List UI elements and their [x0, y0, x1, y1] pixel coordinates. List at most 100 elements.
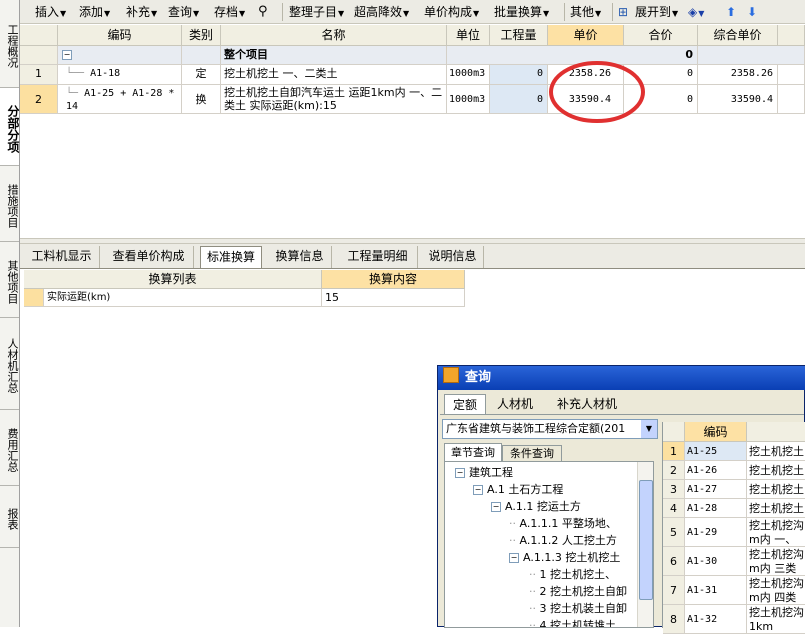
row-unit[interactable]: 1000m3: [447, 65, 490, 85]
unit-price-composition-button[interactable]: 单价构成▼: [424, 4, 479, 20]
list-row-name[interactable]: 挖土机挖沟m内 一、二: [747, 518, 805, 547]
quota-library-select[interactable]: 广东省建筑与装饰工程综合定额(201 ▼: [442, 419, 658, 439]
collapse-icon[interactable]: −: [62, 50, 72, 60]
nav-tab-reports[interactable]: 报表: [0, 486, 19, 548]
chevron-down-icon[interactable]: ▼: [641, 420, 657, 438]
tree-node[interactable]: ·· 4 挖土机转堆土: [529, 617, 616, 627]
tree-node[interactable]: − A.1.1 挖运土方: [491, 498, 581, 515]
col-header-name[interactable]: 名称: [221, 25, 447, 46]
tab-conversion-info[interactable]: 换算信息: [268, 246, 332, 268]
tab-materials-display[interactable]: 工料机显示: [24, 246, 100, 268]
row-name[interactable]: 挖土机挖土 一、二类土: [221, 65, 447, 85]
dialog-tab-materials[interactable]: 人材机: [490, 394, 540, 414]
tab-view-unit-price[interactable]: 查看单价构成: [104, 246, 194, 268]
dialog-titlebar[interactable]: 查询: [438, 366, 805, 390]
organize-subitems-button[interactable]: 整理子目▼: [289, 4, 344, 20]
list-row-number[interactable]: 6: [663, 547, 685, 576]
nav-tab-project-overview[interactable]: 工程概况: [0, 0, 19, 88]
tree-node[interactable]: ·· 3 挖土机装土自卸: [529, 600, 627, 617]
list-row-name[interactable]: 挖土机挖土: [747, 499, 805, 518]
row-unit[interactable]: 1000m3: [447, 85, 490, 114]
row-quantity[interactable]: 0: [490, 85, 548, 114]
list-row-name-line2: m内 四类土: [749, 591, 797, 604]
dialog-tab-quota[interactable]: 定额: [444, 394, 486, 415]
tree-node[interactable]: − A.1 土石方工程: [473, 481, 563, 498]
list-row-code[interactable]: A1-26: [685, 461, 747, 480]
list-row-number[interactable]: 1: [663, 442, 685, 461]
nav-tab-sub-items[interactable]: 分部分项: [0, 88, 20, 166]
move-up-icon[interactable]: ⬆: [726, 4, 736, 20]
list-row-code[interactable]: A1-31: [685, 576, 747, 605]
calc-row-marker[interactable]: [24, 289, 44, 307]
calc-row-value-input[interactable]: 15: [322, 289, 465, 307]
list-row-name-line1: 挖土机挖沟: [749, 606, 804, 619]
list-row-name[interactable]: 挖土机挖沟 1km: [747, 605, 805, 634]
list-header-code[interactable]: 编码: [685, 422, 747, 442]
over-height-button[interactable]: 超高降效▼: [354, 4, 409, 20]
fill-color-icon[interactable]: ◈▼: [688, 4, 704, 20]
nav-tab-measures[interactable]: 措施项目: [0, 166, 19, 242]
tree-node[interactable]: ·· A.1.1.1 平整场地、: [509, 515, 617, 532]
scrollbar-thumb[interactable]: [639, 480, 653, 600]
list-row-name[interactable]: 挖土机挖土: [747, 442, 805, 461]
list-row-code[interactable]: A1-25: [685, 442, 747, 461]
query-button[interactable]: 查询▼: [168, 4, 199, 20]
row-name[interactable]: 挖土机挖土自卸汽车运土 运距1km内 一、二类土 实际运距(km):15: [221, 85, 447, 114]
tab-quantity-detail[interactable]: 工程量明细: [338, 246, 418, 268]
nav-tab-other-items[interactable]: 其他项目: [0, 242, 19, 318]
list-row-code[interactable]: A1-32: [685, 605, 747, 634]
row-number-selected[interactable]: 2: [20, 85, 58, 114]
archive-button[interactable]: 存档▼: [214, 4, 245, 20]
list-row-code[interactable]: A1-27: [685, 480, 747, 499]
col-header-comprehensive-price[interactable]: 综合单价: [698, 25, 778, 46]
col-header-code[interactable]: 编码: [58, 25, 182, 46]
list-row-number[interactable]: 5: [663, 518, 685, 547]
nav-tab-materials-summary[interactable]: 人材机汇总: [0, 318, 19, 410]
binoculars-icon[interactable]: ⚲: [258, 4, 268, 20]
supplement-button[interactable]: 补充▼: [126, 4, 157, 20]
col-header-quantity[interactable]: 工程量: [490, 25, 548, 46]
tab-condition-query[interactable]: 条件查询: [502, 445, 562, 462]
expand-to-button[interactable]: 展开到▼: [635, 4, 678, 20]
row-code[interactable]: └── A1-18: [58, 65, 182, 85]
tree-node[interactable]: − A.1.1.3 挖土机挖土: [509, 549, 620, 566]
move-down-icon[interactable]: ⬇: [747, 4, 757, 20]
tree-node[interactable]: ·· 2 挖土机挖土自卸: [529, 583, 627, 600]
list-row-number[interactable]: 2: [663, 461, 685, 480]
col-header-unit[interactable]: 单位: [447, 25, 490, 46]
row-type[interactable]: 定: [182, 65, 221, 85]
list-row-name[interactable]: 挖土机挖土: [747, 461, 805, 480]
col-header-total[interactable]: 合价: [624, 25, 698, 46]
list-row-number[interactable]: 4: [663, 499, 685, 518]
list-row-number[interactable]: 8: [663, 605, 685, 634]
insert-button[interactable]: 插入▼: [35, 4, 66, 20]
batch-convert-button[interactable]: 批量换算▼: [494, 4, 549, 20]
other-button[interactable]: 其他▼: [570, 4, 601, 20]
list-row-code[interactable]: A1-30: [685, 547, 747, 576]
tree-scrollbar[interactable]: [637, 462, 653, 627]
col-header-type[interactable]: 类别: [182, 25, 221, 46]
tree-node[interactable]: ·· 1 挖土机挖土、: [529, 566, 616, 583]
tab-standard-conversion[interactable]: 标准换算: [200, 246, 262, 268]
tab-description[interactable]: 说明信息: [422, 246, 484, 268]
list-row-code[interactable]: A1-29: [685, 518, 747, 547]
col-header-unit-price[interactable]: 单价: [548, 25, 624, 46]
row-number[interactable]: 1: [20, 65, 58, 85]
dialog-tab-supplement-materials[interactable]: 补充人材机: [550, 394, 624, 414]
tab-chapter-query[interactable]: 章节查询: [444, 443, 502, 462]
row-quantity[interactable]: 0: [490, 65, 548, 85]
row-comprehensive-price[interactable]: 33590.4: [698, 85, 778, 114]
tree-node[interactable]: ·· A.1.1.2 人工挖土方: [509, 532, 617, 549]
list-row-number[interactable]: 7: [663, 576, 685, 605]
list-row-name[interactable]: 挖土机挖沟m内 四类土: [747, 576, 805, 605]
list-row-name[interactable]: 挖土机挖土: [747, 480, 805, 499]
tree-node[interactable]: − 建筑工程: [455, 464, 513, 481]
list-row-name[interactable]: 挖土机挖沟m内 三类土: [747, 547, 805, 576]
row-code[interactable]: └─ A1-25 + A1-28 * 14: [58, 85, 182, 114]
nav-tab-cost-summary[interactable]: 费用汇总: [0, 410, 19, 486]
add-button[interactable]: 添加▼: [79, 4, 110, 20]
list-row-number[interactable]: 3: [663, 480, 685, 499]
list-row-code[interactable]: A1-28: [685, 499, 747, 518]
row-type[interactable]: 换: [182, 85, 221, 114]
row-comprehensive-price[interactable]: 2358.26: [698, 65, 778, 85]
